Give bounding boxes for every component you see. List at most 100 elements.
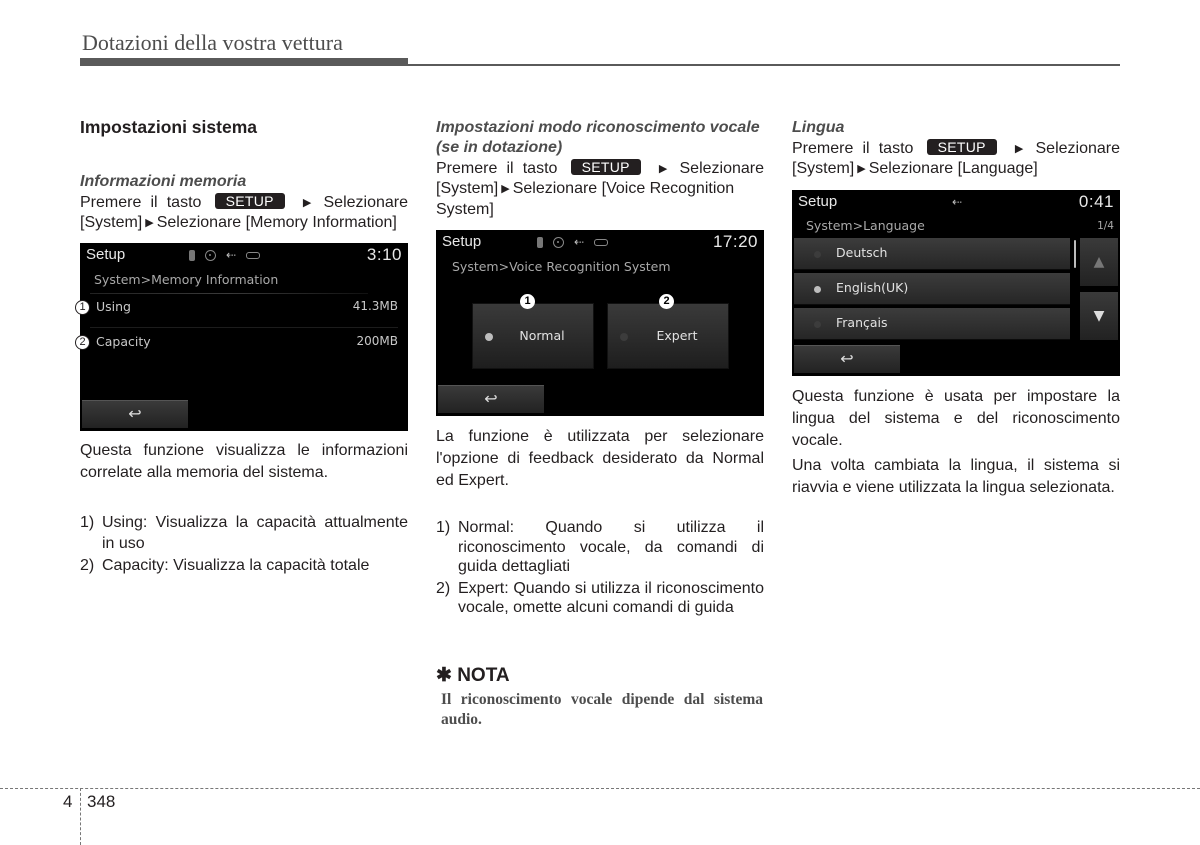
status-icons: ⇠: [952, 195, 962, 209]
note-title: NOTA: [457, 665, 510, 686]
description: Questa funzione visualizza le informazio…: [80, 442, 408, 481]
back-arrow-icon: ↩: [840, 349, 854, 368]
footer-dashed-rule: [0, 788, 1200, 789]
triangle-down-icon: ▼: [1093, 308, 1105, 324]
instruction-line-2: [System] ▶ Selezionare [Voice Recognition …: [436, 179, 764, 220]
bluetooth-icon: [189, 249, 195, 261]
instruction-step: Selezionare: [323, 194, 409, 211]
description-2: Una volta cambiata la lingua, il sistema…: [792, 457, 1120, 496]
aux-icon: [246, 251, 261, 259]
usb-icon: ⇠: [574, 235, 585, 249]
note-heading: ✱ NOTA: [436, 664, 510, 687]
list-text: Using: Visualizza la capacità attualment…: [102, 514, 408, 552]
instruction-system: [System]: [80, 214, 143, 231]
chapter-number: 4: [63, 792, 73, 811]
callout-1: 1: [75, 300, 90, 315]
list-number: 1): [80, 514, 95, 531]
screen-header: Setup ⇠ 3:10: [80, 243, 408, 269]
scroll-up-button[interactable]: ▲: [1080, 238, 1118, 286]
memory-value: 41.3MB: [352, 299, 398, 313]
screen-title: Setup: [798, 193, 838, 210]
screen-memory-information: Setup ⇠ 3:10 System>Memory Information U…: [80, 243, 408, 431]
instruction-system: [System]: [436, 180, 499, 197]
instruction-line-1: Premere il tasto SETUP ▶ Selezionare: [436, 159, 764, 180]
status-icons: ⇠: [537, 235, 609, 249]
arrow-right-icon: ▶: [658, 163, 668, 175]
setup-key: SETUP: [214, 193, 285, 209]
instruction-prefix: Premere il tasto: [80, 194, 202, 211]
subtitle-language: Lingua: [792, 119, 845, 136]
instruction-step: Selezionare: [679, 160, 765, 177]
scroll-down-button[interactable]: ▼: [1080, 292, 1118, 340]
language-item-francais[interactable]: Français: [794, 308, 1070, 340]
screen-breadcrumb: System>Voice Recognition System: [452, 259, 671, 274]
unselected-indicator-icon: [814, 251, 821, 258]
running-title: Dotazioni della vostra vettura: [82, 30, 343, 55]
memory-label: Capacity: [96, 334, 151, 349]
memory-value: 200MB: [356, 334, 399, 348]
instruction-system: [System]: [792, 160, 855, 177]
arrow-right-icon: ▶: [501, 183, 510, 195]
screen-voice-recognition: Setup ⇠ 17:20 System>Voice Recognition S…: [436, 230, 764, 416]
language-item-english-uk[interactable]: English(UK): [794, 273, 1070, 305]
footer-dashed-divider: [80, 788, 81, 845]
instruction-line-1: Premere il tasto SETUP ▶ Selezionare: [792, 139, 1120, 160]
bluetooth-icon: [537, 236, 543, 248]
usb-icon: ⇠: [226, 248, 237, 262]
back-button[interactable]: ↩: [82, 400, 188, 428]
back-button[interactable]: ↩: [794, 345, 900, 373]
setup-key: SETUP: [570, 159, 641, 175]
screen-title: Setup: [86, 246, 126, 263]
instruction-step: Selezionare: [1035, 140, 1121, 157]
list-text: Normal: Quando si utilizza il riconoscim…: [458, 519, 764, 575]
option-normal-button[interactable]: Normal: [472, 303, 594, 369]
asterisk-icon: ✱: [436, 665, 452, 686]
usb-icon: ⇠: [952, 195, 963, 209]
description: La funzione è utilizzata per selezionare…: [436, 428, 764, 489]
memory-label: Using: [96, 299, 131, 314]
description-1: Questa funzione è usata per impostare la…: [792, 388, 1120, 449]
instruction-prefix: Premere il tasto: [792, 140, 914, 157]
disc-icon: [205, 249, 216, 261]
subtitle-memory-info: Informazioni memoria: [80, 173, 247, 190]
list-number: 2): [80, 557, 95, 574]
screen-clock: 0:41: [1078, 192, 1114, 211]
memory-row-capacity: Capacity 200MB: [80, 328, 408, 358]
back-arrow-icon: ↩: [128, 404, 142, 423]
screen-clock: 3:10: [366, 245, 402, 264]
option-label: Expert: [656, 328, 698, 343]
list-text: Expert: Quando si utilizza il riconoscim…: [458, 579, 764, 617]
unselected-indicator-icon: [814, 321, 821, 328]
screen-title: Setup: [442, 233, 482, 250]
list-number: 1): [436, 519, 451, 536]
list-text: Capacity: Visualizza la capacità totale: [102, 557, 370, 574]
instruction-line-2: [System] ▶ Selezionare [Language]: [792, 159, 1120, 180]
page-indicator: 1/4: [1097, 220, 1114, 232]
back-button[interactable]: ↩: [438, 385, 544, 413]
arrow-right-icon: ▶: [302, 197, 312, 209]
instruction-select: Selezionare [Memory Information]: [156, 214, 397, 231]
arrow-right-icon: ▶: [145, 217, 154, 229]
instruction-line-2: [System] ▶ Selezionare [Memory Information…: [80, 213, 408, 234]
language-item-deutsch[interactable]: Deutsch: [794, 238, 1070, 270]
memory-row-using: Using 41.3MB: [80, 293, 408, 323]
list-item: 2) Capacity: Visualizza la capacità total…: [80, 556, 408, 577]
scrollbar[interactable]: [1074, 240, 1076, 268]
option-expert-button[interactable]: Expert: [607, 303, 729, 369]
option-label: Normal: [519, 328, 565, 343]
page-number: 348: [87, 792, 116, 811]
list-item: 1) Using: Visualizza la capacità attualme…: [80, 513, 408, 554]
note-text: Il riconoscimento vocale dipende dal sis…: [441, 691, 763, 728]
aux-icon: [594, 238, 609, 246]
section-title: Impostazioni sistema: [80, 117, 257, 137]
feature-list: 1) Using: Visualizza la capacità attualme…: [80, 513, 408, 579]
instruction-line-1: Premere il tasto SETUP ▶ Selezionare: [80, 193, 408, 214]
screen-header: Setup ⇠ 17:20: [436, 230, 764, 256]
instruction-prefix: Premere il tasto: [436, 160, 558, 177]
screen-breadcrumb: System>Language: [806, 218, 925, 233]
status-icons: ⇠: [189, 248, 261, 262]
selected-indicator-icon: [814, 286, 821, 293]
callout-2: 2: [659, 294, 674, 309]
list-item: 1) Normal: Quando si utilizza il riconosc…: [436, 518, 764, 577]
feature-list: 1) Normal: Quando si utilizza il riconosc…: [436, 518, 764, 620]
